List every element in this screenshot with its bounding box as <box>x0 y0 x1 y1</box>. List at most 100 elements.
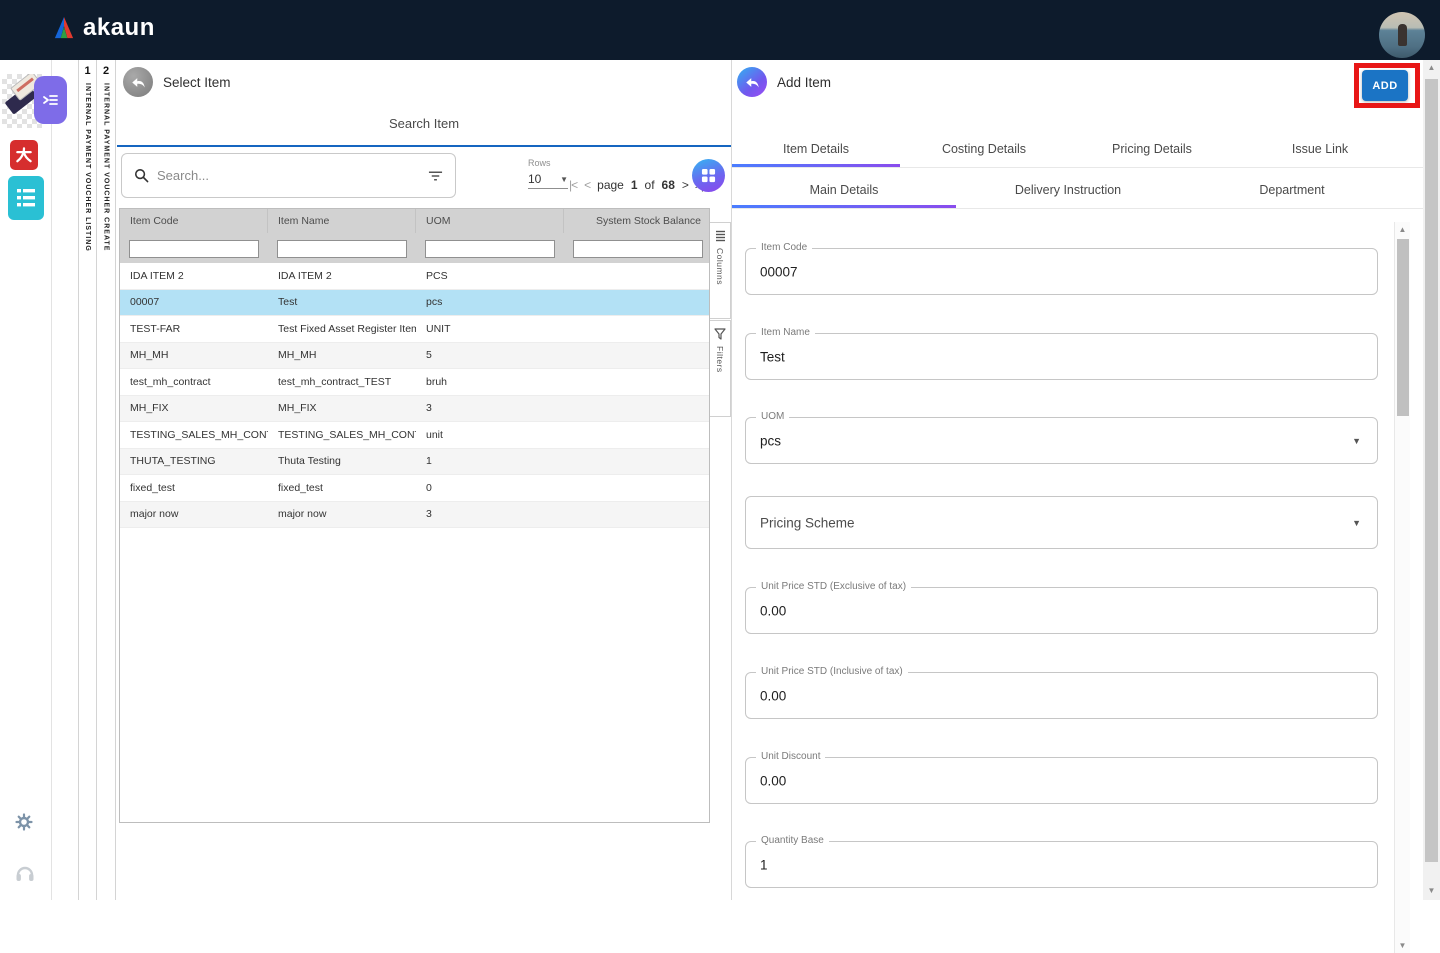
scroll-up-arrow[interactable]: ▲ <box>1395 222 1410 237</box>
tab-issue-link[interactable]: Issue Link <box>1236 130 1404 167</box>
cell-uom: unit <box>416 429 564 441</box>
first-page-button[interactable]: |< <box>569 178 577 192</box>
list-icon <box>16 187 36 209</box>
table-row[interactable]: fixed_test fixed_test 0 <box>120 475 709 502</box>
current-page: 1 <box>631 178 638 192</box>
rows-per-page-select[interactable]: 10 ▼ <box>528 172 568 189</box>
table-row-selected[interactable]: 00007 Test pcs <box>120 290 709 317</box>
column-header-uom[interactable]: UOM <box>416 209 564 233</box>
quantity-base-field[interactable]: Quantity Base 1 <box>745 841 1378 888</box>
panel-title: Select Item <box>163 75 231 90</box>
filter-input-system-stock-balance[interactable] <box>573 240 703 258</box>
table-row[interactable]: TEST-FAR Test Fixed Asset Register Item … <box>120 316 709 343</box>
listing-app-icon[interactable] <box>8 176 44 220</box>
item-name-field[interactable]: Item Name Test <box>745 333 1378 380</box>
scroll-down-arrow[interactable]: ▼ <box>1395 938 1410 953</box>
workspace-tab-internal-payment-voucher-listing[interactable]: 1 INTERNAL PAYMENT VOUCHER LISTING <box>78 60 97 900</box>
user-avatar[interactable] <box>1379 12 1425 58</box>
foxit-app-icon[interactable] <box>10 140 38 170</box>
cell-item-name: Thuta Testing <box>268 455 416 467</box>
playlist-icon <box>42 92 59 108</box>
table-filter-row <box>120 233 709 263</box>
page-scrollbar[interactable]: ▲ ▼ <box>1423 60 1440 900</box>
grid-icon <box>701 168 716 183</box>
unit-price-std-exclusive-field[interactable]: Unit Price STD (Exclusive of tax) 0.00 <box>745 587 1378 634</box>
brand-name: akaun <box>83 14 155 42</box>
scrollbar-thumb[interactable] <box>1397 239 1409 416</box>
unit-price-std-inclusive-field[interactable]: Unit Price STD (Inclusive of tax) 0.00 <box>745 672 1378 719</box>
tab-item-details[interactable]: Item Details <box>732 130 900 167</box>
table-row[interactable]: IDA ITEM 2 IDA ITEM 2 PCS <box>120 263 709 290</box>
tab-main-details[interactable]: Main Details <box>732 171 956 208</box>
cell-item-code: MH_FIX <box>120 402 268 414</box>
field-value: pcs <box>760 433 781 448</box>
pagination: |< < page 1 of 68 > >| <box>569 178 703 192</box>
cell-item-code: IDA ITEM 2 <box>120 270 268 282</box>
rows-per-page-control: Rows 10 ▼ <box>528 158 568 189</box>
support-headset-icon[interactable] <box>15 864 35 882</box>
cell-item-name: test_mh_contract_TEST <box>268 376 416 388</box>
tab-delivery-instruction[interactable]: Delivery Instruction <box>956 171 1180 208</box>
cell-item-code: MH_MH <box>120 349 268 361</box>
table-row[interactable]: MH_FIX MH_FIX 3 <box>120 396 709 423</box>
search-box <box>121 153 456 198</box>
primary-tabs: Item Details Costing Details Pricing Det… <box>732 130 1404 167</box>
cell-uom: UNIT <box>416 323 564 335</box>
unit-discount-field[interactable]: Unit Discount 0.00 <box>745 757 1378 804</box>
filter-input-uom[interactable] <box>425 240 555 258</box>
akaun-logo: akaun <box>52 14 155 42</box>
top-bar: akaun <box>0 0 1440 60</box>
filter-input-item-name[interactable] <box>277 240 407 258</box>
filters-button[interactable]: Filters <box>710 320 731 417</box>
tab-department[interactable]: Department <box>1180 171 1404 208</box>
active-app-menu-icon[interactable] <box>34 76 67 124</box>
scroll-up-arrow[interactable]: ▲ <box>1423 60 1440 75</box>
cell-item-code: 00007 <box>120 296 268 308</box>
funnel-icon <box>714 328 726 340</box>
column-header-item-name[interactable]: Item Name <box>268 209 416 233</box>
rows-label: Rows <box>528 158 568 168</box>
column-header-system-stock-balance[interactable]: System Stock Balance <box>564 209 709 233</box>
add-button[interactable]: ADD <box>1362 70 1408 101</box>
form-scrollbar[interactable]: ▲ ▼ <box>1394 222 1410 953</box>
table-row[interactable]: MH_MH MH_MH 5 <box>120 343 709 370</box>
scrollbar-thumb[interactable] <box>1425 79 1438 862</box>
field-label: Item Name <box>756 327 815 338</box>
total-pages: 68 <box>662 178 675 192</box>
scroll-down-arrow[interactable]: ▼ <box>1423 883 1440 898</box>
columns-icon <box>715 230 726 242</box>
next-page-button[interactable]: > <box>682 178 688 192</box>
back-button[interactable] <box>737 67 767 97</box>
item-code-field[interactable]: Item Code 00007 <box>745 248 1378 295</box>
filter-input-item-code[interactable] <box>129 240 259 258</box>
tabs-divider <box>732 167 1440 168</box>
back-button[interactable] <box>123 67 153 97</box>
workspace-tab-internal-payment-voucher-create[interactable]: 2 INTERNAL PAYMENT VOUCHER CREATE <box>97 60 116 900</box>
columns-button[interactable]: Columns <box>710 222 731 319</box>
table-row[interactable]: major now major now 3 <box>120 502 709 529</box>
cell-uom: bruh <box>416 376 564 388</box>
tab-pricing-details[interactable]: Pricing Details <box>1068 130 1236 167</box>
pricing-scheme-select-field[interactable]: Pricing Scheme ▼ <box>745 496 1378 549</box>
search-input[interactable] <box>157 168 420 183</box>
cell-item-name: major now <box>268 508 416 520</box>
table-row[interactable]: TESTING_SALES_MH_CONTRACT TESTING_SALES_… <box>120 422 709 449</box>
filter-list-icon[interactable] <box>428 170 443 182</box>
settings-gear-icon[interactable] <box>15 813 33 831</box>
table-row[interactable]: test_mh_contract test_mh_contract_TEST b… <box>120 369 709 396</box>
prev-page-button[interactable]: < <box>584 178 590 192</box>
field-placeholder: Pricing Scheme <box>760 515 855 530</box>
cell-item-name: IDA ITEM 2 <box>268 270 416 282</box>
table-row[interactable]: THUTA_TESTING Thuta Testing 1 <box>120 449 709 476</box>
select-item-panel: Select Item Search Item Rows 10 ▼ |< < p… <box>117 60 731 900</box>
column-header-item-code[interactable]: Item Code <box>120 209 268 233</box>
tab-number: 2 <box>97 65 115 77</box>
add-item-panel: Add Item ADD Item Details Costing Detail… <box>732 60 1440 900</box>
tab-costing-details[interactable]: Costing Details <box>900 130 1068 167</box>
uom-select-field[interactable]: UOM pcs ▼ <box>745 417 1378 464</box>
cell-item-name: Test <box>268 296 416 308</box>
item-table: Item Code Item Name UOM System Stock Bal… <box>119 208 710 823</box>
cell-uom: 1 <box>416 455 564 467</box>
cell-item-name: Test Fixed Asset Register Item Co... <box>268 323 416 335</box>
grid-view-button[interactable] <box>692 159 725 192</box>
